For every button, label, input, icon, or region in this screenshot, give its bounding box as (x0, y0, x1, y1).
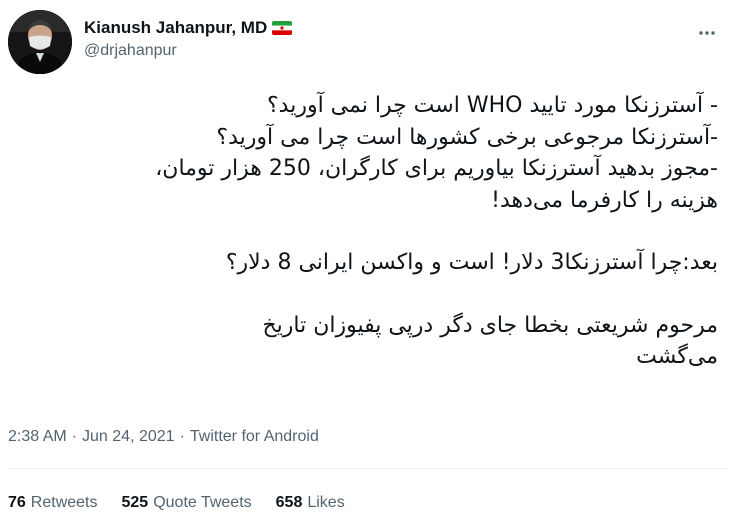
avatar-image (8, 10, 72, 74)
author-info: Kianush Jahanpur, MD @drjahanpur (84, 16, 644, 60)
tweet-line: -آسترزنکا مرجوعی برخی کشورها است چرا می … (216, 124, 718, 150)
likes-label: Likes (307, 494, 345, 511)
likes-count: 658 (275, 494, 303, 511)
tweet-metadata: 2:38 AM · Jun 24, 2021 · Twitter for And… (8, 428, 319, 446)
quote-tweets-label: Quote Tweets (153, 494, 252, 511)
tweet-line: - آسترزنکا مورد تایید WHO است چرا نمی آو… (266, 93, 718, 118)
avatar[interactable] (8, 10, 72, 74)
iran-flag-icon (272, 21, 293, 35)
retweets-count: 76 (8, 494, 26, 511)
tweet-line: -مجوز بدهید آسترزنکا بیاوریم برای کارگرا… (155, 156, 718, 181)
tweet-line: هزینه را کارفرما می‌دهد! (491, 187, 718, 213)
name-row: Kianush Jahanpur, MD (84, 16, 644, 40)
engagement-stats: 76 Retweets 525 Quote Tweets 658 Likes (8, 494, 369, 512)
tweet-header: Kianush Jahanpur, MD @drjahanpur (8, 10, 730, 74)
quote-tweets-stat[interactable]: 525 Quote Tweets (122, 494, 252, 512)
tweet-text: - آسترزنکا مورد تایید WHO است چرا نمی آو… (8, 90, 718, 373)
handle[interactable]: @drjahanpur (84, 42, 644, 60)
quote-tweets-count: 525 (121, 494, 149, 511)
tweet-line: بعد:چرا آسترزنکا3 دلار! است و واکسن ایرا… (225, 250, 718, 275)
tweet-date[interactable]: Jun 24, 2021 (82, 428, 175, 446)
divider (8, 468, 730, 469)
meta-separator: · (71, 428, 78, 445)
meta-separator: · (179, 428, 185, 445)
tweet-line: مرحوم شریعتی بخطا جای دگر درپی پفیوزان ت… (262, 312, 718, 338)
tweet-card: Kianush Jahanpur, MD @drjahanpur - آسترز… (0, 0, 738, 527)
retweets-label: Retweets (30, 494, 98, 511)
tweet-line: می‌گشت (636, 344, 718, 369)
likes-stat[interactable]: 658 Likes (276, 494, 345, 512)
retweets-stat[interactable]: 76 Retweets (8, 494, 98, 512)
tweet-time[interactable]: 2:38 AM (8, 428, 67, 446)
display-name[interactable]: Kianush Jahanpur, MD (84, 18, 267, 38)
more-dots-icon (699, 31, 715, 35)
tweet-source[interactable]: Twitter for Android (190, 428, 319, 446)
more-options-button[interactable] (692, 18, 722, 48)
